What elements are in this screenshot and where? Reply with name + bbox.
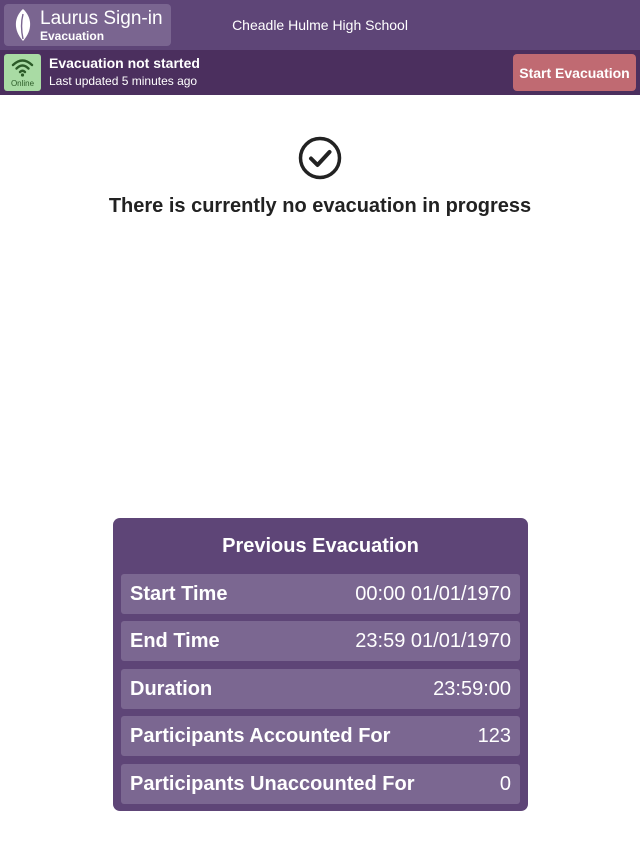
row-value: 23:59:00 bbox=[433, 678, 511, 700]
row-label: Duration bbox=[130, 678, 213, 700]
status-bar: Online Evacuation not started Last updat… bbox=[0, 50, 640, 95]
school-name: Cheadle Hulme High School bbox=[232, 17, 408, 33]
row-label: Participants Unaccounted For bbox=[130, 773, 415, 795]
previous-evacuation-panel: Previous Evacuation Start Time 00:00 01/… bbox=[113, 518, 528, 811]
row-label: Participants Accounted For bbox=[130, 725, 391, 747]
wifi-icon bbox=[11, 59, 34, 77]
duration-row: Duration 23:59:00 bbox=[121, 669, 520, 709]
connection-status: Online bbox=[4, 54, 41, 91]
evacuation-status-title: Evacuation not started bbox=[49, 55, 200, 71]
start-time-row: Start Time 00:00 01/01/1970 bbox=[121, 574, 520, 614]
row-value: 23:59 01/01/1970 bbox=[355, 630, 511, 652]
end-time-row: End Time 23:59 01/01/1970 bbox=[121, 621, 520, 661]
row-value: 00:00 01/01/1970 bbox=[355, 583, 511, 605]
last-updated-text: Last updated 5 minutes ago bbox=[49, 74, 198, 88]
row-label: End Time bbox=[130, 630, 220, 652]
previous-evacuation-title: Previous Evacuation bbox=[222, 535, 419, 557]
check-circle-icon bbox=[298, 136, 342, 180]
start-evacuation-button[interactable]: Start Evacuation bbox=[513, 54, 636, 91]
top-bar: Laurus Sign-in Evacuation Cheadle Hulme … bbox=[0, 0, 640, 50]
no-evacuation-message: There is currently no evacuation in prog… bbox=[108, 195, 532, 217]
row-label: Start Time bbox=[130, 583, 228, 605]
row-value: 123 bbox=[477, 725, 511, 747]
unaccounted-for-row: Participants Unaccounted For 0 bbox=[121, 764, 520, 804]
row-value: 0 bbox=[499, 773, 511, 795]
accounted-for-row: Participants Accounted For 123 bbox=[121, 716, 520, 756]
online-label: Online bbox=[10, 79, 35, 88]
